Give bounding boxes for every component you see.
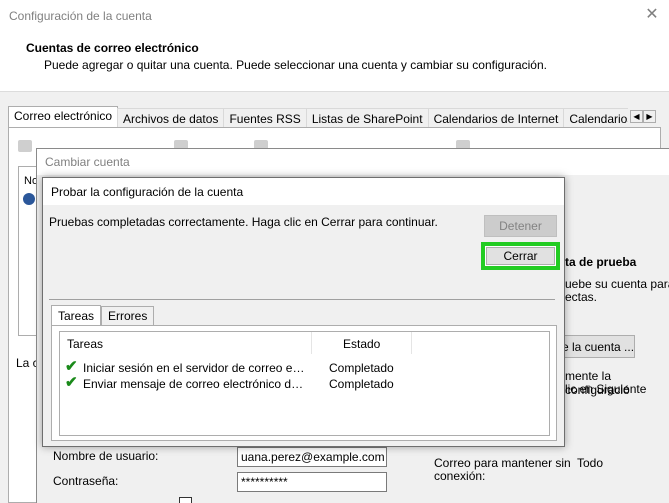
task-row[interactable]: ✔ Enviar mensaje de correo electrónico d… — [60, 375, 549, 392]
scroll-left-icon[interactable]: ◀ — [630, 110, 643, 123]
scroll-right-icon[interactable]: ▶ — [643, 110, 656, 123]
task-row[interactable]: ✔ Iniciar sesión en el servidor de corre… — [60, 359, 549, 376]
column-header-tasks[interactable]: Tareas — [67, 337, 103, 351]
change-account-title: Cambiar cuenta — [45, 155, 130, 169]
test-dialog-title: Probar la configuración de la cuenta — [51, 185, 244, 199]
new-account-icon[interactable] — [18, 140, 32, 152]
tab-scroll-controls: ◀ ▶ — [630, 108, 656, 123]
column-header-status[interactable]: Estado — [343, 337, 380, 351]
tab-errors[interactable]: Errores — [101, 306, 155, 325]
test-settings-desc-1: uebe su cuenta para — [565, 277, 669, 291]
tab-tasks[interactable]: Tareas — [51, 305, 102, 326]
separator — [49, 299, 555, 300]
remember-password-checkbox[interactable] — [179, 497, 192, 503]
close-icon[interactable]: ✕ — [643, 6, 661, 24]
tasks-tab-panel: Tareas Estado ✔ Iniciar sesión en el ser… — [51, 325, 557, 441]
account-settings-tabs: Correo electrónico Archivos de datos Fuent… — [8, 106, 628, 127]
next-desc-2: lic en Siguiente — [565, 382, 647, 396]
close-button-highlight[interactable]: Cerrar — [481, 242, 560, 270]
outer-header: Cuentas de correo electrónico Puede agre… — [0, 32, 669, 92]
tab-data-files[interactable]: Archivos de datos — [117, 108, 225, 127]
test-account-dialog: Probar la configuración de la cuenta Pru… — [42, 177, 565, 447]
column-divider — [311, 332, 312, 354]
password-field[interactable]: ********** — [237, 472, 387, 492]
test-account-settings-button[interactable]: e la cuenta ... — [555, 335, 635, 358]
outer-window-title: Configuración de la cuenta — [9, 9, 152, 23]
tasks-list[interactable]: Tareas Estado ✔ Iniciar sesión en el ser… — [59, 331, 550, 436]
username-field[interactable]: uana.perez@example.com — [237, 447, 387, 467]
outer-window-titlebar: Configuración de la cuenta ✕ — [0, 0, 669, 32]
task-status: Completado — [329, 377, 394, 391]
close-button[interactable]: Cerrar — [486, 247, 555, 265]
header-title: Cuentas de correo electrónico — [26, 41, 199, 55]
test-settings-heading: ta de prueba — [565, 255, 637, 269]
task-name: Enviar mensaje de correo electrónico de … — [83, 377, 308, 391]
column-divider — [411, 332, 412, 354]
test-status-message: Pruebas completadas correctamente. Haga … — [49, 215, 438, 229]
tab-sharepoint-lists[interactable]: Listas de SharePoint — [305, 108, 429, 127]
task-status: Completado — [329, 361, 394, 375]
tab-email[interactable]: Correo electrónico — [8, 106, 119, 127]
username-label: Nombre de usuario: — [53, 449, 159, 463]
offline-mail-value: Todo — [577, 456, 604, 470]
tab-published-calendars[interactable]: Calendarios publ — [563, 108, 628, 127]
tasks-list-header: Tareas Estado — [60, 332, 549, 354]
test-settings-desc-2: ectas. — [565, 290, 598, 304]
stop-button[interactable]: Detener — [484, 215, 557, 237]
checkmark-icon: ✔ — [65, 358, 78, 375]
checkmark-icon: ✔ — [65, 374, 78, 391]
task-name: Iniciar sesión en el servidor de correo … — [83, 361, 308, 375]
password-label: Contraseña: — [53, 474, 119, 488]
default-account-icon — [23, 193, 35, 205]
tab-internet-calendars[interactable]: Calendarios de Internet — [427, 108, 565, 127]
test-dialog-titlebar: Probar la configuración de la cuenta — [43, 178, 564, 205]
offline-mail-label-1: Correo para mantener sin — [434, 456, 571, 470]
change-account-titlebar: Cambiar cuenta — [37, 149, 669, 175]
offline-mail-label-2: conexión: — [434, 469, 486, 483]
tab-rss-feeds[interactable]: Fuentes RSS — [223, 108, 307, 127]
header-subtitle: Puede agregar o quitar una cuenta. Puede… — [44, 58, 547, 72]
